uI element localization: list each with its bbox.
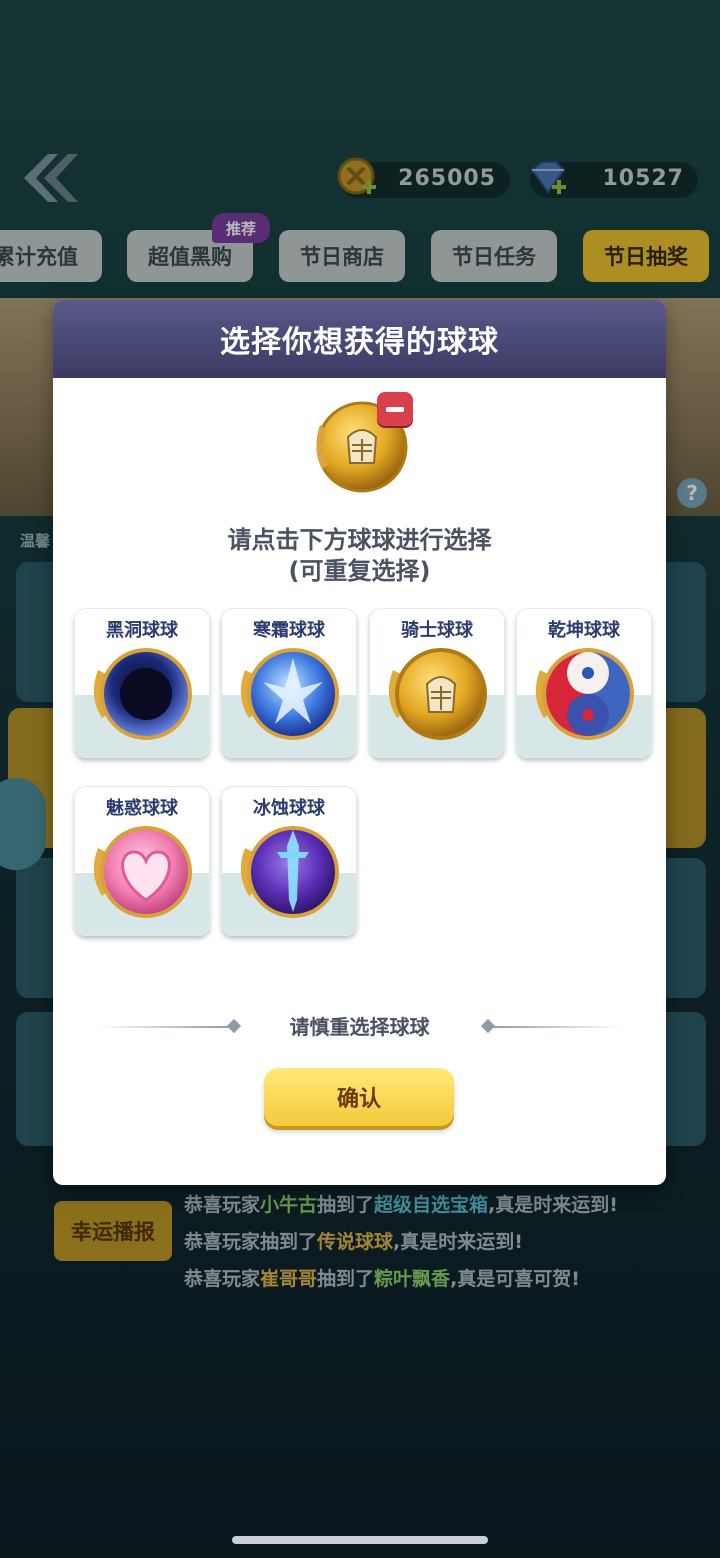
- recommended-badge: 推荐: [212, 213, 270, 243]
- coin-balance[interactable]: 265005: [337, 157, 510, 198]
- tip-label: 温馨: [20, 532, 51, 550]
- side-float-button[interactable]: [0, 778, 46, 870]
- gem-amount: 10527: [602, 166, 684, 191]
- ball-card-black-hole[interactable]: 黑洞球球: [74, 608, 210, 758]
- ball-card-qiankun[interactable]: 乾坤球球: [516, 608, 652, 758]
- confirm-button[interactable]: 确认: [264, 1068, 454, 1126]
- ice-erosion-ball-icon: [240, 826, 339, 918]
- qiankun-ball-icon: [535, 648, 634, 740]
- ball-card-frost[interactable]: 寒霜球球: [221, 608, 357, 758]
- instruction-text: 请点击下方球球进行选择: [227, 526, 492, 554]
- gem-plus-icon: [530, 161, 566, 194]
- coin-plus-icon: [337, 157, 376, 195]
- divider-right: [489, 1026, 623, 1028]
- tab-holiday-lottery[interactable]: 节日抽奖: [583, 230, 709, 282]
- ball-select-dialog: 选择你想获得的球球 请点击下方球球进行选择 (可重复选择) 黑洞球球 寒霜球球 …: [53, 300, 666, 1185]
- remove-selection-button[interactable]: [377, 392, 413, 426]
- charm-ball-icon: [93, 826, 192, 918]
- ball-card-charm[interactable]: 魅惑球球: [74, 786, 210, 936]
- help-icon[interactable]: ?: [677, 478, 707, 508]
- ball-card-ice-erosion[interactable]: 冰蚀球球: [221, 786, 357, 936]
- tab-holiday-tasks[interactable]: 节日任务: [431, 230, 557, 282]
- gem-balance[interactable]: 10527: [530, 161, 698, 198]
- minus-icon: [386, 406, 404, 412]
- dialog-title: 选择你想获得的球球: [220, 325, 499, 360]
- lucky-broadcast-button[interactable]: 幸运播报: [54, 1201, 172, 1261]
- frost-ball-icon: [240, 648, 339, 740]
- broadcast-line-3: 恭喜玩家崔哥哥抽到了粽叶飘香,真是可喜可贺!: [184, 1268, 580, 1290]
- ball-card-knight[interactable]: 骑士球球: [369, 608, 505, 758]
- black-hole-ball-icon: [93, 648, 192, 740]
- broadcast-line-1: 恭喜玩家小牛古抽到了超级自选宝箱,真是时来运到!: [184, 1194, 618, 1216]
- instruction-subtext: (可重复选择): [288, 557, 431, 585]
- dialog-header: 选择你想获得的球球: [53, 300, 666, 378]
- tab-cumulative-recharge[interactable]: 累计充值: [0, 230, 102, 282]
- broadcast-line-2: 恭喜玩家抽到了传说球球,真是时来运到!: [184, 1231, 523, 1253]
- back-arrow-icon[interactable]: [14, 148, 80, 208]
- tab-holiday-shop[interactable]: 节日商店: [279, 230, 405, 282]
- home-indicator[interactable]: [232, 1536, 488, 1544]
- knight-ball-icon: [388, 648, 487, 740]
- coin-amount: 265005: [398, 166, 496, 191]
